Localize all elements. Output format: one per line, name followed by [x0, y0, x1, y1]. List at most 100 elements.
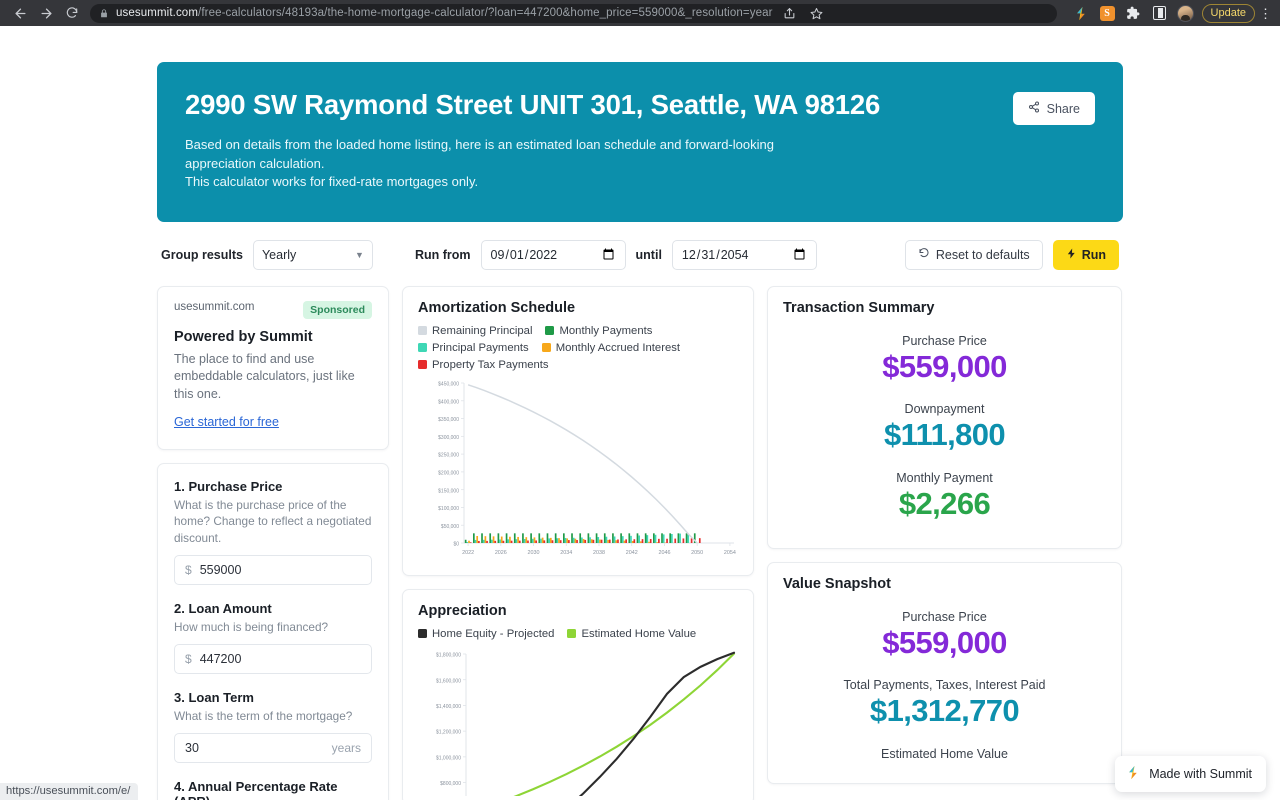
page-title: 2990 SW Raymond Street UNIT 301, Seattle…: [185, 89, 881, 120]
bookmark-star-icon[interactable]: [808, 5, 825, 22]
legend-item[interactable]: Principal Payments: [418, 342, 529, 354]
summit-extension-icon[interactable]: [1073, 5, 1090, 22]
input-label-1: 1. Purchase Price: [174, 478, 283, 494]
currency-prefix-icon: $: [185, 652, 192, 667]
legend-item[interactable]: Property Tax Payments: [418, 359, 549, 371]
legend-item[interactable]: Monthly Accrued Interest: [541, 342, 680, 354]
loan-amount-input[interactable]: $ 447200: [174, 644, 372, 675]
loan-term-unit: years: [331, 741, 361, 756]
legend-swatch-icon: [418, 326, 427, 336]
chart-bar: [574, 538, 577, 543]
chart-bar: [666, 538, 668, 543]
get-started-link[interactable]: Get started for free: [174, 415, 279, 429]
y-axis-tick: $250,000: [438, 452, 459, 458]
hero-banner: 2990 SW Raymond Street UNIT 301, Seattle…: [157, 62, 1123, 222]
legend-label: Estimated Home Value: [581, 627, 697, 640]
url-text: usesummit.com/free-calculators/48193a/th…: [116, 7, 773, 19]
metric-value: $1,312,770: [869, 693, 1020, 729]
forward-button[interactable]: [34, 1, 58, 25]
reload-button[interactable]: [60, 1, 84, 25]
until-date-input[interactable]: [671, 239, 817, 270]
chart-bar: [661, 533, 663, 543]
made-with-summit-badge[interactable]: Made with Summit: [1115, 756, 1266, 792]
chart-bar: [571, 533, 573, 543]
chart-bar: [517, 536, 519, 543]
chart-bar: [654, 534, 657, 543]
legend-item[interactable]: Home Equity - Projected: [418, 628, 554, 640]
chart-bar: [698, 537, 701, 543]
chart-bar: [617, 539, 619, 543]
chart-bar: [558, 537, 560, 543]
x-axis-tick: 2042: [626, 550, 638, 556]
legend-label: Home Equity - Projected: [432, 627, 555, 640]
purchase-price-input[interactable]: $ 559000: [174, 554, 372, 585]
run-button[interactable]: Run: [1052, 239, 1119, 270]
profile-avatar[interactable]: [1176, 4, 1194, 22]
reset-icon: [918, 247, 930, 262]
x-axis-tick: 2046: [658, 550, 670, 556]
run-button-label: Run: [1081, 247, 1106, 262]
run-from-date-input[interactable]: [480, 239, 626, 270]
update-button[interactable]: Update: [1201, 3, 1255, 23]
chart-bar: [572, 537, 575, 543]
chart-bar: [623, 540, 626, 543]
back-button[interactable]: [8, 1, 32, 25]
chart-bar: [579, 533, 582, 543]
legend-swatch-icon: [541, 343, 551, 353]
chart-bar: [481, 533, 483, 543]
summit-s-extension-icon[interactable]: S: [1099, 5, 1116, 22]
chart-bar: [674, 538, 677, 543]
chart-bar: [564, 537, 567, 543]
chart-bar: [595, 533, 598, 543]
chart-bar: [603, 533, 606, 543]
chart-bar: [671, 533, 673, 543]
chart-bar: [499, 539, 501, 543]
chart-bar: [546, 533, 549, 543]
legend-item[interactable]: Remaining Principal: [418, 325, 532, 337]
side-panel-icon[interactable]: [1151, 5, 1168, 22]
y-axis-tick: $800,000: [440, 781, 461, 787]
chart-bar: [658, 538, 660, 543]
y-axis-tick: $400,000: [438, 399, 459, 405]
chrome-menu-icon[interactable]: ⋮: [1259, 7, 1272, 20]
url-domain: usesummit.com: [116, 7, 199, 19]
chart-bar: [484, 535, 487, 543]
input-group-4: 4. Annual Percentage Rate (APR) What is …: [174, 779, 372, 800]
share-button[interactable]: Share: [1012, 92, 1095, 125]
summit-logo-icon: [1126, 765, 1141, 783]
loan-term-input[interactable]: 30 years: [174, 733, 372, 764]
chart-bar: [641, 538, 644, 543]
chart-bar: [551, 539, 554, 543]
reset-to-defaults-button[interactable]: Reset to defaults: [904, 239, 1043, 270]
transaction-summary-title: Transaction Summary: [783, 299, 935, 316]
legend-item[interactable]: Estimated Home Value: [567, 628, 696, 640]
chart-bar: [568, 539, 570, 543]
extensions-puzzle-icon[interactable]: [1125, 5, 1142, 22]
snapshot-estimated-home-value: Estimated Home Value: [783, 747, 1106, 761]
appreciation-chart-title: Appreciation: [418, 602, 507, 619]
chart-bar: [530, 533, 532, 543]
chart-bar: [630, 535, 632, 543]
group-results-select[interactable]: Yearly: [252, 239, 373, 270]
legend-label: Remaining Principal: [432, 324, 533, 337]
y-axis-tick: $300,000: [438, 435, 459, 441]
y-axis-tick: $0: [453, 541, 459, 547]
chart-bar: [636, 533, 639, 543]
legend-item[interactable]: Monthly Payments: [545, 325, 652, 337]
content-container: 2990 SW Raymond Street UNIT 301, Seattle…: [157, 26, 1123, 800]
chart-bar: [613, 536, 616, 543]
chart-bar: [605, 536, 608, 543]
controls-bar: Group results Yearly ▼ Run from until Re…: [157, 222, 1123, 286]
chart-bar: [540, 538, 542, 543]
share-icon[interactable]: [781, 5, 798, 22]
metric-label: Purchase Price: [902, 609, 987, 624]
input-group-1: 1. Purchase Price What is the purchase p…: [174, 479, 372, 585]
chart-bar: [612, 533, 614, 543]
page-body: 2990 SW Raymond Street UNIT 301, Seattle…: [0, 26, 1280, 800]
address-bar[interactable]: usesummit.com/free-calculators/48193a/th…: [90, 3, 1057, 23]
input-help-3: What is the term of the mortgage?: [174, 709, 353, 724]
y-axis-tick: $450,000: [438, 381, 459, 387]
chart-bar: [638, 535, 640, 543]
snapshot-purchase-price: Purchase Price $559,000: [783, 610, 1106, 661]
chart-bar: [590, 539, 593, 543]
